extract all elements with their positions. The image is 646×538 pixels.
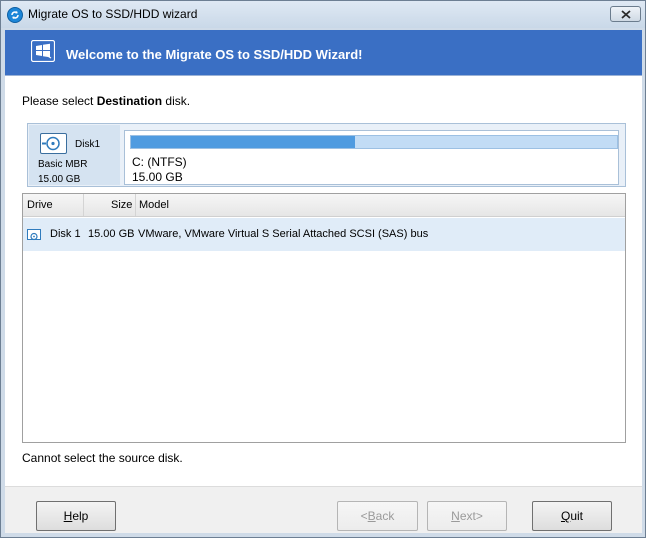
help-button[interactable]: Help <box>36 501 116 531</box>
disk-card[interactable]: Disk1 Basic MBR 15.00 GB <box>29 125 120 185</box>
title-bar: Migrate OS to SSD/HDD wizard <box>1 1 645 28</box>
wizard-window: Migrate OS to SSD/HDD wizard Welcome to … <box>0 0 646 538</box>
column-header-model[interactable]: Model <box>139 199 169 211</box>
back-button-suffix: ack <box>375 509 395 523</box>
next-button-accelerator: N <box>451 509 460 523</box>
quit-button-suffix: uit <box>570 509 584 523</box>
prompt-emphasis: Destination <box>96 94 163 108</box>
column-divider <box>83 194 84 216</box>
column-divider <box>135 194 136 216</box>
hard-disk-icon <box>40 133 67 154</box>
prompt-prefix: Please select <box>22 94 97 108</box>
quit-button[interactable]: Quit <box>532 501 612 531</box>
column-header-drive[interactable]: Drive <box>27 199 53 211</box>
disk-name: Disk1 <box>75 139 101 150</box>
status-message: Cannot select the source disk. <box>22 451 183 465</box>
column-header-size[interactable]: Size <box>111 199 132 211</box>
disk-size: 15.00 GB <box>38 174 81 185</box>
partition-usage-bar <box>130 135 618 149</box>
banner-title: Welcome to the Migrate OS to SSD/HDD Wiz… <box>66 47 363 62</box>
next-button[interactable]: Next> <box>427 501 507 531</box>
windows-migrate-icon <box>30 39 56 63</box>
hard-disk-icon <box>27 229 41 241</box>
partition-c[interactable]: C: (NTFS) 15.00 GB <box>124 130 619 185</box>
close-button[interactable] <box>610 6 641 22</box>
close-icon <box>621 10 631 19</box>
cell-size: 15.00 GB <box>88 228 135 240</box>
next-button-suffix: ext> <box>459 509 483 523</box>
disk-list: Drive Size Model Disk 1 15.00 GB VMware,… <box>22 193 626 443</box>
button-bar: Help <Back Next> Quit <box>5 486 642 533</box>
back-button[interactable]: <Back <box>337 501 418 531</box>
destination-prompt: Please select Destination disk. <box>22 94 190 108</box>
partition-usage-fill <box>131 136 355 148</box>
wizard-banner: Welcome to the Migrate OS to SSD/HDD Wiz… <box>5 30 642 76</box>
table-row[interactable]: Disk 1 15.00 GB VMware, VMware Virtual S… <box>23 218 625 251</box>
back-button-accelerator: B <box>367 509 376 523</box>
window-title: Migrate OS to SSD/HDD wizard <box>28 7 198 21</box>
cell-drive: Disk 1 <box>50 228 81 240</box>
partition-label: C: (NTFS) <box>132 155 187 169</box>
table-header: Drive Size Model <box>23 194 625 217</box>
refresh-arrows-icon <box>7 7 23 23</box>
back-button-prefix: < <box>360 509 368 523</box>
disk-map[interactable]: Disk1 Basic MBR 15.00 GB C: (NTFS) 15.00… <box>27 123 626 187</box>
wizard-content: Welcome to the Migrate OS to SSD/HDD Wiz… <box>5 30 642 533</box>
cell-model: VMware, VMware Virtual S Serial Attached… <box>138 228 429 240</box>
partition-size: 15.00 GB <box>132 170 183 184</box>
prompt-suffix: disk. <box>162 94 191 108</box>
disk-type: Basic MBR <box>38 159 88 170</box>
quit-button-accelerator: Q <box>560 509 571 523</box>
help-button-suffix: elp <box>72 509 89 523</box>
